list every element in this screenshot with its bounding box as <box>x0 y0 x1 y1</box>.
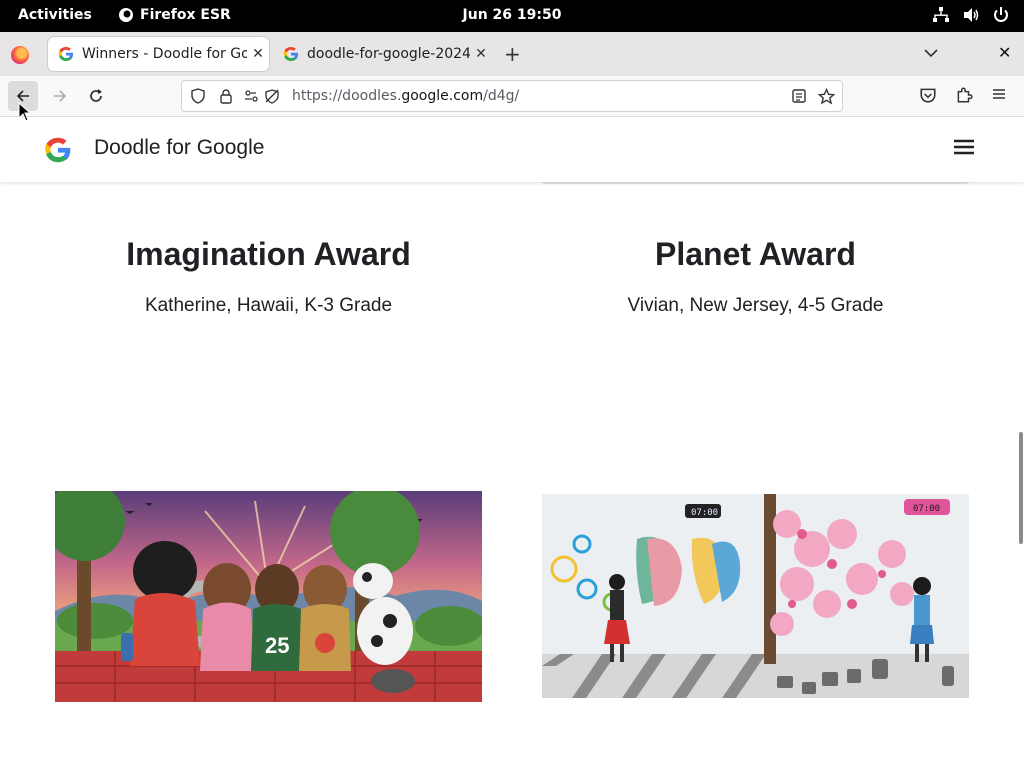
page-scrollbar[interactable] <box>1019 432 1023 544</box>
new-tab-plus-icon[interactable]: + <box>504 44 521 64</box>
tab-winners[interactable]: Winners - Doodle for Goo ✕ <box>48 37 269 71</box>
tab-bar: Winners - Doodle for Goo ✕ doodle-for-go… <box>0 32 1024 76</box>
system-tray[interactable] <box>932 6 1010 24</box>
list-all-tabs-chevron-icon[interactable] <box>923 45 939 61</box>
reload-icon <box>90 89 102 102</box>
app-name: Firefox ESR <box>140 7 231 23</box>
network-icon <box>933 7 949 22</box>
activities-button[interactable]: Activities <box>18 7 92 23</box>
volume-icon <box>964 8 979 22</box>
app-menu[interactable]: Firefox ESR <box>118 7 231 23</box>
award-title: Imagination Award <box>126 236 411 272</box>
google-favicon-icon <box>58 47 73 61</box>
arrow-right-icon <box>54 90 67 102</box>
tab-title: Winners - Doodle for Goo <box>82 46 247 62</box>
site-menu-hamburger-icon[interactable] <box>953 138 975 156</box>
award-winner: Katherine, Hawaii, K-3 Grade <box>144 295 393 316</box>
clock-display-right: 07:00 <box>913 504 940 514</box>
tracking-protection-icon[interactable] <box>264 88 280 104</box>
site-header: Doodle for Google <box>0 117 1024 182</box>
mouse-cursor-icon <box>18 102 30 122</box>
award-winner: Vivian, New Jersey, 4-5 Grade <box>627 295 884 316</box>
google-g-logo-icon[interactable] <box>44 136 72 164</box>
url-text[interactable]: https://doodles.google.com/d4g/ <box>292 88 519 104</box>
pocket-icon[interactable] <box>919 86 937 104</box>
navigation-toolbar: https://doodles.google.com/d4g/ <box>0 76 1024 117</box>
tab-title: doodle-for-google-2024- <box>307 46 470 62</box>
permissions-icon[interactable] <box>244 88 262 104</box>
reader-view-icon[interactable] <box>791 88 807 104</box>
window-close-icon[interactable]: ✕ <box>998 43 1011 62</box>
tab-doodle-2024[interactable]: doodle-for-google-2024- ✕ <box>273 37 492 71</box>
system-top-bar: Activities Firefox ESR Jun 26 19:50 <box>0 0 1024 32</box>
award-title: Planet Award <box>655 236 856 272</box>
app-menu-hamburger-icon[interactable] <box>991 86 1007 102</box>
jersey-number: 25 <box>265 633 289 658</box>
site-title[interactable]: Doodle for Google <box>94 136 264 160</box>
imagination-award-doodle-image[interactable]: 25 <box>55 491 482 702</box>
clock-display-left: 07:00 <box>691 508 718 518</box>
address-bar[interactable]: https://doodles.google.com/d4g/ <box>181 80 843 112</box>
power-icon <box>994 7 1008 22</box>
firefox-app-icon <box>119 8 133 22</box>
tab-close-icon[interactable]: ✕ <box>470 46 492 62</box>
forward-button[interactable] <box>45 81 75 111</box>
extensions-puzzle-icon[interactable] <box>955 86 973 104</box>
planet-award-block: Planet Award Vivian, New Jersey, 4-5 Gra… <box>542 236 969 317</box>
shield-icon[interactable] <box>190 88 206 104</box>
lock-icon[interactable] <box>218 88 234 104</box>
imagination-award-block: Imagination Award Katherine, Hawaii, K-3… <box>55 236 482 317</box>
planet-award-doodle-image[interactable]: 07:00 07:00 <box>542 494 969 698</box>
tab-close-icon[interactable]: ✕ <box>247 46 269 62</box>
bookmark-star-icon[interactable] <box>818 88 835 105</box>
google-favicon-icon <box>283 47 298 61</box>
reload-button[interactable] <box>81 81 111 111</box>
firefox-view-icon[interactable] <box>11 46 29 64</box>
